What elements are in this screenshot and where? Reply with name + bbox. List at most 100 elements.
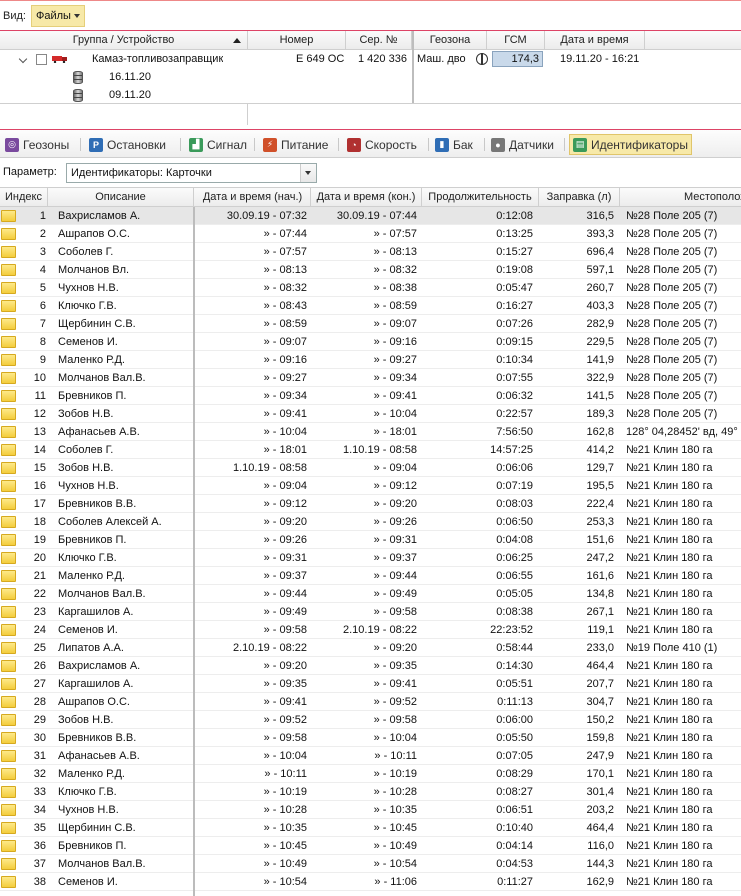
table-row[interactable]: 18 Соболев Алексей А. » - 09:20 » - 09:26 0:… <box>0 513 741 531</box>
dropdown-button[interactable] <box>300 164 316 182</box>
identifiers-grid: Индекс Описание Дата и время (нач.) Дата… <box>0 187 741 896</box>
cell-location: №21 Клин 180 га <box>626 462 713 474</box>
cell-duration: 0:10:34 <box>496 354 533 366</box>
cell-location: №21 Клин 180 га <box>626 822 713 834</box>
table-row[interactable]: 22 Молчанов Вал.В. » - 09:44 » - 09:49 0:05:… <box>0 585 741 603</box>
tab-sensors[interactable]: ● Датчики <box>488 134 557 155</box>
table-row[interactable]: 31 Афанасьев А.В. » - 10:04 » - 10:11 0:07:0… <box>0 747 741 765</box>
table-row[interactable]: 20 Ключко Г.В. » - 09:31 » - 09:37 0:06:25 24… <box>0 549 741 567</box>
identifiers-grid-header: Индекс Описание Дата и время (нач.) Дата… <box>0 187 741 207</box>
column-header-description[interactable]: Описание <box>48 188 194 207</box>
device-row[interactable]: Камаз-топливозаправщик Е 649 ОС 1 420 33… <box>0 50 741 68</box>
table-row[interactable]: 6 Ключко Г.В. » - 08:43 » - 08:59 0:16:27 403… <box>0 297 741 315</box>
column-header-geozone[interactable]: Геозона <box>414 31 487 50</box>
table-row[interactable]: 36 Бревников П. » - 10:45 » - 10:49 0:04:14 1… <box>0 837 741 855</box>
cell-index: 12 <box>33 408 46 420</box>
table-row[interactable]: 16 Чухнов Н.В. » - 09:04 » - 09:12 0:07:19 19… <box>0 477 741 495</box>
cell-index: 4 <box>39 264 46 276</box>
table-row[interactable]: 8 Семенов И. » - 09:07 » - 09:16 0:09:15 229,… <box>0 333 741 351</box>
cell-end-datetime: » - 09:12 <box>373 480 417 492</box>
expand-chevron-icon[interactable] <box>18 54 28 64</box>
horizontal-scrollbar[interactable] <box>0 103 741 125</box>
cell-index: 14 <box>33 444 46 456</box>
cell-start-datetime: » - 10:54 <box>263 876 307 888</box>
table-row[interactable]: 7 Щербинин С.В. » - 08:59 » - 09:07 0:07:26 2… <box>0 315 741 333</box>
table-row[interactable]: 27 Каргашилов А. » - 09:35 » - 09:41 0:05:51… <box>0 675 741 693</box>
column-header-refuel[interactable]: Заправка (л) <box>539 188 620 207</box>
table-row[interactable]: 9 Маленко Р.Д. » - 09:16 » - 09:27 0:10:34 14… <box>0 351 741 369</box>
column-header-end-datetime[interactable]: Дата и время (кон.) <box>311 188 422 207</box>
table-row[interactable]: 10 Молчанов Вал.В. » - 09:27 » - 09:34 0:07:… <box>0 369 741 387</box>
table-row[interactable]: 33 Ключко Г.В. » - 10:19 » - 10:28 0:08:27 30… <box>0 783 741 801</box>
table-row[interactable]: 12 Зобов Н.В. » - 09:41 » - 10:04 0:22:57 189… <box>0 405 741 423</box>
table-row[interactable]: 29 Зобов Н.В. » - 09:52 » - 09:58 0:06:00 150… <box>0 711 741 729</box>
table-row[interactable]: 1 Вахрисламов А. 30.09.19 - 07:32 30.09.19 … <box>0 207 741 225</box>
device-child-row[interactable]: 16.11.20 <box>0 68 741 86</box>
column-header-serial[interactable]: Сер. № <box>346 31 412 50</box>
parameter-select[interactable]: Идентификаторы: Карточки <box>66 163 317 183</box>
tab-signal[interactable]: ▟ Сигнал <box>186 134 250 155</box>
table-row[interactable]: 2 Ашрапов О.С. » - 07:44 » - 07:57 0:13:25 39… <box>0 225 741 243</box>
table-row[interactable]: 23 Каргашилов А. » - 09:49 » - 09:58 0:08:38… <box>0 603 741 621</box>
cell-refuel: 116,0 <box>587 840 614 852</box>
table-row[interactable]: 14 Соболев Г. » - 18:01 1.10.19 - 08:58 14:5… <box>0 441 741 459</box>
column-header-index[interactable]: Индекс <box>0 188 48 207</box>
cell-index: 8 <box>39 336 46 348</box>
column-header-datetime[interactable]: Дата и время <box>545 31 645 50</box>
tab-geozones[interactable]: ◎ Геозоны <box>2 134 72 155</box>
table-row[interactable]: 25 Липатов А.А. 2.10.19 - 08:22 » - 09:20 0:… <box>0 639 741 657</box>
cell-location: №21 Клин 180 га <box>626 660 713 672</box>
parking-icon: P <box>89 137 103 152</box>
cell-end-datetime: 30.09.19 - 07:44 <box>336 210 417 222</box>
tab-speed[interactable]: ◔ Скорость <box>344 134 420 155</box>
table-row[interactable]: 34 Чухнов Н.В. » - 10:28 » - 10:35 0:06:51 20… <box>0 801 741 819</box>
column-header-number[interactable]: Номер <box>248 31 346 50</box>
tab-power[interactable]: ⚡ Питание <box>260 134 331 155</box>
column-header-location[interactable]: Местоположение <box>620 188 741 207</box>
column-header-start-datetime[interactable]: Дата и время (нач.) <box>195 188 311 207</box>
table-row[interactable]: 21 Маленко Р.Д. » - 09:37 » - 09:44 0:06:55 1… <box>0 567 741 585</box>
table-row[interactable]: 17 Бревников В.В. » - 09:12 » - 09:20 0:08:0… <box>0 495 741 513</box>
cell-duration: 0:07:05 <box>496 750 533 762</box>
files-menu-button[interactable]: Файлы <box>30 4 85 27</box>
cell-end-datetime: » - 09:52 <box>373 696 417 708</box>
column-header-duration[interactable]: Продолжительность <box>422 188 539 207</box>
cell-location: №21 Клин 180 га <box>626 786 713 798</box>
device-child-row[interactable]: 09.11.20 <box>0 86 741 104</box>
cell-end-datetime: » - 09:20 <box>373 498 417 510</box>
cell-index: 10 <box>33 372 46 384</box>
grid-splitter[interactable] <box>412 31 414 103</box>
table-row[interactable]: 37 Молчанов Вал.В. » - 10:49 » - 10:54 0:04:… <box>0 855 741 873</box>
cell-index: 27 <box>33 678 46 690</box>
cell-description: Семенов И. <box>58 336 118 348</box>
table-row[interactable]: 24 Семенов И. » - 09:58 2.10.19 - 08:22 22:2… <box>0 621 741 639</box>
table-row[interactable]: 28 Ашрапов О.С. » - 09:41 » - 09:52 0:11:13 3… <box>0 693 741 711</box>
table-row[interactable]: 35 Щербинин С.В. » - 10:35 » - 10:45 0:10:40… <box>0 819 741 837</box>
cell-refuel: 189,3 <box>586 408 614 420</box>
tab-identifiers[interactable]: ▤ Идентификаторы <box>569 134 692 155</box>
table-row[interactable]: 3 Соболев Г. » - 07:57 » - 08:13 0:15:27 696,… <box>0 243 741 261</box>
cell-index: 3 <box>39 246 46 258</box>
tab-tank[interactable]: ▮ Бак <box>432 134 476 155</box>
column-header-group-device[interactable]: Группа / Устройство <box>0 31 248 50</box>
table-row[interactable]: 30 Бревников В.В. » - 09:58 » - 10:04 0:05:5… <box>0 729 741 747</box>
table-row[interactable]: 32 Маленко Р.Д. » - 10:11 » - 10:19 0:08:29 1… <box>0 765 741 783</box>
table-row[interactable]: 15 Зобов Н.В. 1.10.19 - 08:58 » - 09:04 0:06… <box>0 459 741 477</box>
cell-refuel: 222,4 <box>586 498 614 510</box>
cell-refuel: 260,7 <box>586 282 614 294</box>
table-row[interactable]: 19 Бревников П. » - 09:26 » - 09:31 0:04:08 1… <box>0 531 741 549</box>
cell-index: 26 <box>33 660 46 672</box>
table-row[interactable]: 5 Чухнов Н.В. » - 08:32 » - 08:38 0:05:47 260… <box>0 279 741 297</box>
device-checkbox[interactable] <box>36 54 47 65</box>
table-row[interactable]: 26 Вахрисламов А. » - 09:20 » - 09:35 0:14:3… <box>0 657 741 675</box>
cell-index: 20 <box>33 552 46 564</box>
tab-stops[interactable]: P Остановки <box>86 134 169 155</box>
table-row[interactable]: 11 Бревников П. » - 09:34 » - 09:41 0:06:32 1… <box>0 387 741 405</box>
cell-description: Бревников В.В. <box>58 498 137 510</box>
column-header-gsm[interactable]: ГСМ <box>487 31 545 50</box>
cell-refuel: 322,9 <box>586 372 614 384</box>
table-row[interactable]: 38 Семенов И. » - 10:54 » - 11:06 0:11:27 162… <box>0 873 741 891</box>
table-row[interactable]: 13 Афанасьев А.В. » - 10:04 » - 18:01 7:56:5… <box>0 423 741 441</box>
table-row[interactable]: 4 Молчанов Вл. » - 08:13 » - 08:32 0:19:08 59… <box>0 261 741 279</box>
cell-location: №21 Клин 180 га <box>626 534 713 546</box>
